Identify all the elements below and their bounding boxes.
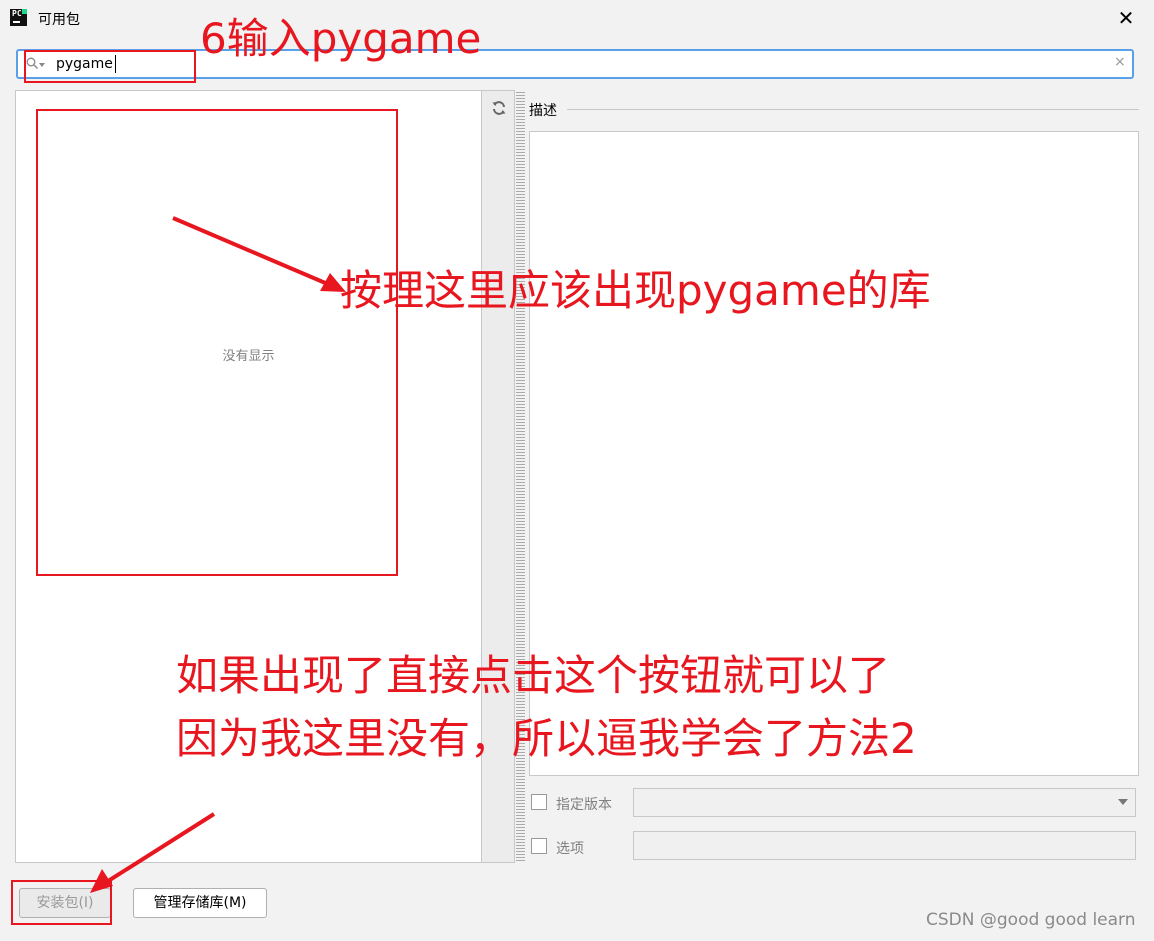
- options-label: 选项: [556, 841, 584, 857]
- refresh-icon[interactable]: [491, 100, 507, 116]
- description-label: 描述: [529, 103, 557, 119]
- window-title: 可用包: [38, 12, 80, 28]
- annotation-step-text: 6输入pygame: [200, 14, 482, 63]
- version-select[interactable]: [633, 788, 1136, 817]
- annotation-note-line1: 如果出现了直接点击这个按钮就可以了: [176, 651, 891, 700]
- annotation-search-highlight: [24, 50, 196, 83]
- description-divider: [567, 109, 1139, 110]
- close-icon[interactable]: ✕: [1112, 4, 1140, 32]
- app-icon-text: PC: [12, 9, 22, 18]
- manage-repositories-button[interactable]: 管理存储库(M): [133, 888, 267, 918]
- annotation-expected-text: 按理这里应该出现pygame的库: [340, 266, 931, 315]
- chevron-down-icon: [1118, 799, 1128, 805]
- clear-search-icon[interactable]: ×: [1114, 54, 1126, 70]
- annotation-install-highlight: [11, 880, 112, 925]
- watermark: CSDN @good good learn: [926, 910, 1136, 930]
- pycharm-app-icon: PC: [10, 9, 27, 26]
- specify-version-label: 指定版本: [556, 797, 612, 813]
- options-input[interactable]: [633, 831, 1136, 860]
- annotation-list-highlight: [36, 109, 398, 576]
- options-checkbox[interactable]: [531, 838, 547, 854]
- title-bar: PC 可用包 ✕: [0, 0, 1154, 38]
- specify-version-checkbox[interactable]: [531, 794, 547, 810]
- annotation-note-line2: 因为我这里没有，所以逼我学会了方法2: [176, 714, 917, 763]
